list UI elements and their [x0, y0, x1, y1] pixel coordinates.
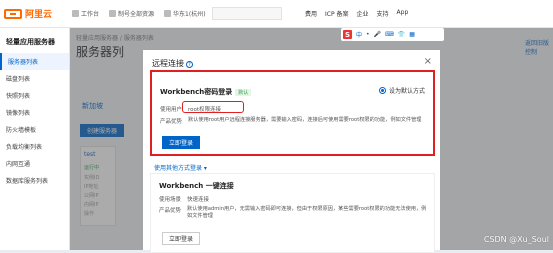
option1-title: Workbench密码登录 默认 — [160, 87, 252, 97]
sidebar-item-disks[interactable]: 磁盘列表 — [0, 70, 69, 87]
globe-icon — [164, 10, 172, 17]
workbench-oneclick-option: Workbench 一键连接 使用场景 快速连接 产品优势 默认使用admin用… — [150, 173, 435, 253]
option1-desc: 默认使用root用户远程连接服务器，需要输入密码，连接后可使用需要root权限的… — [188, 117, 422, 123]
sidebar-item-intranet[interactable]: 内网互通 — [0, 155, 69, 172]
remote-connect-dialog: 远程连接? × Workbench密码登录 默认 设为默认方式 使用用户 root… — [143, 50, 440, 253]
skin-icon[interactable]: 👕 — [398, 31, 405, 38]
default-badge: 默认 — [235, 89, 252, 96]
aliyun-logo[interactable]: 阿里云 — [4, 7, 52, 20]
sidebar-item-db[interactable]: 数据库服务列表 — [0, 172, 69, 189]
support-nav[interactable]: 支持 — [377, 9, 389, 18]
app-nav[interactable]: App — [397, 9, 409, 18]
grid-icon[interactable]: ▦ — [409, 31, 415, 38]
folder-icon — [109, 10, 117, 17]
sogou-icon[interactable]: S — [343, 30, 352, 39]
user-label: 使用用户 — [160, 107, 183, 113]
scene-label: 使用场景 — [159, 197, 182, 203]
help-icon[interactable]: ? — [186, 61, 193, 68]
radio-icon — [378, 87, 386, 94]
mic-icon[interactable]: 🎤 — [374, 31, 381, 38]
set-default-radio[interactable]: 设为默认方式 — [378, 86, 425, 95]
advantage-label-2: 产品优势 — [159, 208, 182, 214]
dialog-title: 远程连接? — [152, 58, 193, 69]
ime-toolbar: S 中 • 🎤 ⌨ 👕 ▦ — [341, 28, 444, 41]
user-value: root权限连接 — [188, 107, 222, 113]
sidebar-item-servers[interactable]: 服务器列表 — [0, 53, 69, 70]
sidebar-item-images[interactable]: 镜像列表 — [0, 104, 69, 121]
login-now-button[interactable]: 立即登录 — [162, 136, 200, 149]
option2-title: Workbench 一键连接 — [159, 182, 234, 190]
option2-desc: 默认使用admin用户，无需输入密码即可连接，但由于权限原因，某些需要root权… — [187, 206, 427, 219]
scene-value: 快速连接 — [187, 197, 210, 203]
close-icon[interactable]: × — [424, 56, 432, 67]
logo-text: 阿里云 — [25, 10, 53, 20]
home-icon — [72, 10, 80, 17]
sidebar-item-snapshots[interactable]: 快照列表 — [0, 87, 69, 104]
watermark: CSDN @Xu_Soul — [483, 235, 549, 244]
icp-nav[interactable]: ICP 备案 — [325, 9, 349, 18]
enterprise-nav[interactable]: 企业 — [357, 9, 369, 18]
logo-icon — [4, 8, 22, 19]
advantage-label: 产品优势 — [160, 119, 183, 125]
fee-nav[interactable]: 费用 — [305, 9, 317, 18]
sidebar: 轻量应用服务器 服务器列表 磁盘列表 快照列表 镜像列表 防火墙模板 负载均衡列… — [0, 28, 70, 250]
workbench-nav[interactable]: 工作台 — [72, 9, 99, 18]
sidebar-item-firewall[interactable]: 防火墙模板 — [0, 121, 69, 138]
ime-dot[interactable]: • — [366, 31, 370, 38]
sidebar-item-lb[interactable]: 负载均衡列表 — [0, 138, 69, 155]
resource-nav[interactable]: 制号全部资源 — [109, 9, 154, 18]
keyboard-icon[interactable]: ⌨ — [385, 31, 394, 38]
search-input[interactable] — [211, 7, 282, 20]
other-login-link[interactable]: 使用其他方式登录 ▾ — [154, 163, 207, 172]
sidebar-title: 轻量应用服务器 — [6, 38, 55, 46]
workbench-password-option: Workbench密码登录 默认 设为默认方式 使用用户 root权限连接 产品优… — [150, 70, 435, 156]
top-bar: 阿里云 工作台 制号全部资源 华东1(杭州) 费用 ICP 备案 企业 支持 A… — [0, 0, 553, 28]
region-nav[interactable]: 华东1(杭州) — [164, 9, 206, 18]
oneclick-login-button[interactable]: 立即登录 — [162, 232, 200, 245]
ime-lang[interactable]: 中 — [356, 30, 362, 39]
